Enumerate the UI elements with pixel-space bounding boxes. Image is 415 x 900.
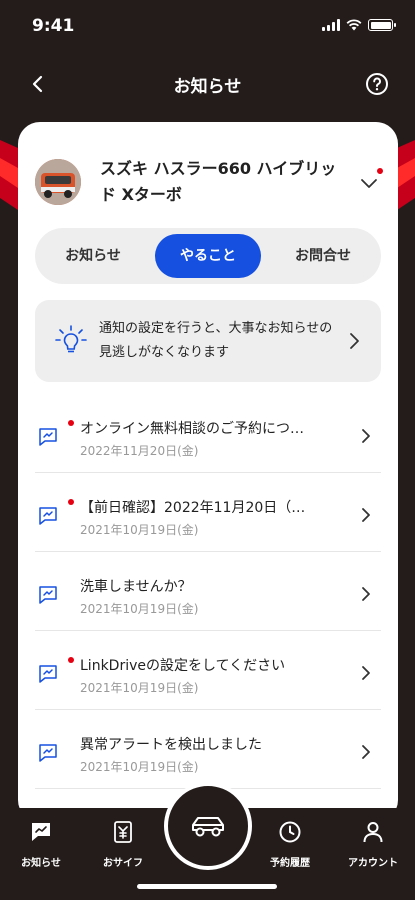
status-time: 9:41 — [32, 16, 75, 36]
bottom-nav-label: 予約履歴 — [270, 858, 310, 869]
lightbulb-icon — [55, 325, 87, 353]
unread-dot — [68, 420, 74, 426]
notification-title: 異常アラートを検出しました — [80, 737, 262, 753]
vehicle-name: スズキ ハスラー660 ハイブリッド Xターボ — [100, 159, 337, 204]
chevron-right-icon — [362, 429, 370, 443]
notification-settings-banner[interactable]: 通知の設定を行うと、大事なお知らせの見逃しがなくなります — [35, 300, 381, 382]
car-home-button[interactable] — [164, 782, 252, 870]
bottom-nav-reservations[interactable]: 予約履歴 — [255, 820, 325, 869]
bottom-nav-notices[interactable]: お知らせ — [6, 820, 76, 869]
wifi-icon — [346, 19, 362, 31]
bottom-nav-label: おサイフ — [103, 858, 143, 869]
chevron-right-icon — [362, 666, 370, 680]
segmented-tabs: お知らせ やること お問合せ — [35, 228, 381, 284]
chevron-right-icon — [362, 587, 370, 601]
notification-title: 【前日確認】2022年11月20日（… — [80, 500, 306, 516]
notification-date: 2021年10月19日(金) — [80, 602, 199, 616]
nav-bar: お知らせ — [0, 60, 415, 108]
tab-notices[interactable]: お知らせ — [41, 234, 145, 278]
tab-todo[interactable]: やること — [155, 234, 261, 278]
chevron-right-icon — [362, 745, 370, 759]
clock-icon — [279, 821, 301, 843]
message-icon — [32, 823, 50, 841]
chevron-right-icon — [350, 333, 359, 349]
chevron-right-icon — [362, 508, 370, 522]
chevron-down-icon[interactable] — [358, 172, 380, 194]
status-icons — [322, 19, 396, 31]
message-icon — [39, 665, 57, 683]
help-icon[interactable] — [365, 72, 389, 96]
list-item[interactable]: 【前日確認】2022年11月20日（… 2021年10月19日(金) — [35, 473, 381, 552]
list-item[interactable]: LinkDriveの設定をしてください 2021年10月19日(金) — [35, 631, 381, 710]
notification-list: オンライン無料相談のご予約につ… 2022年11月20日(金) 【前日確認】20… — [35, 394, 381, 789]
list-item[interactable]: オンライン無料相談のご予約につ… 2022年11月20日(金) — [35, 394, 381, 473]
vehicle-avatar — [35, 159, 81, 205]
notification-title: LinkDriveの設定をしてください — [80, 658, 286, 674]
wallet-icon — [114, 821, 132, 843]
cellular-signal-icon — [322, 19, 340, 31]
notification-date: 2021年10月19日(金) — [80, 523, 199, 537]
main-card: スズキ ハスラー660 ハイブリッド Xターボ お知らせ やること お問合せ 通… — [18, 122, 398, 822]
banner-text: 通知の設定を行うと、大事なお知らせの見逃しがなくなります — [99, 321, 333, 360]
home-indicator — [137, 884, 277, 889]
bottom-nav-label: アカウント — [348, 858, 398, 869]
message-icon — [39, 428, 57, 446]
list-item[interactable]: 異常アラートを検出しました 2021年10月19日(金) — [35, 710, 381, 789]
vehicle-selector[interactable]: スズキ ハスラー660 ハイブリッド Xターボ — [18, 122, 398, 222]
message-icon — [39, 586, 57, 604]
message-icon — [39, 744, 57, 762]
notification-date: 2021年10月19日(金) — [80, 681, 199, 695]
notification-title: 洗車しませんか？ — [80, 579, 192, 595]
battery-icon — [368, 19, 396, 31]
unread-dot — [68, 499, 74, 505]
unread-dot — [68, 657, 74, 663]
list-item[interactable]: 洗車しませんか？ 2021年10月19日(金) — [35, 552, 381, 631]
notification-date: 2022年11月20日(金) — [80, 444, 199, 458]
page-title: お知らせ — [173, 77, 242, 97]
bottom-nav-account[interactable]: アカウント — [338, 820, 408, 869]
car-icon — [192, 817, 224, 837]
message-icon — [39, 507, 57, 525]
notification-date: 2021年10月19日(金) — [80, 760, 199, 774]
person-icon — [363, 822, 383, 843]
bottom-nav-wallet[interactable]: おサイフ — [88, 820, 158, 869]
status-bar: 9:41 — [0, 0, 415, 52]
tab-inquiries[interactable]: お問合せ — [271, 234, 375, 278]
bottom-nav-label: お知らせ — [21, 858, 61, 869]
car-photo-icon — [35, 159, 81, 205]
notification-title: オンライン無料相談のご予約につ… — [80, 421, 304, 437]
